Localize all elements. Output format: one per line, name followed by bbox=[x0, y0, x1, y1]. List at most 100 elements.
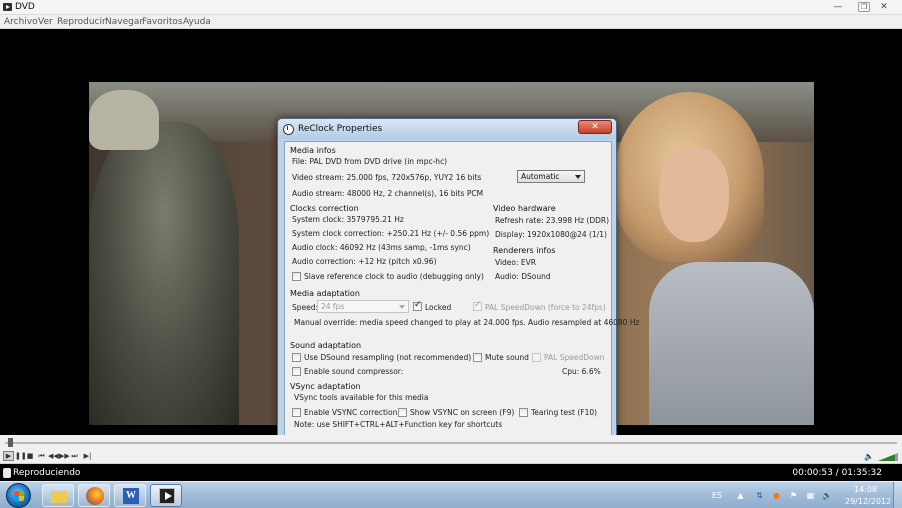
seek-bar[interactable] bbox=[0, 435, 902, 449]
start-button[interactable] bbox=[6, 483, 31, 508]
play-icon[interactable]: ▶ bbox=[3, 451, 14, 461]
video-hardware-heading: Video hardware bbox=[493, 204, 556, 213]
language-indicator[interactable]: ES bbox=[712, 491, 722, 500]
mute-sound-checkbox[interactable] bbox=[473, 353, 482, 362]
vsync-adaptation-heading: VSync adaptation bbox=[290, 382, 361, 391]
audio-clock-text: Audio clock: 46092 Hz (43ms samp, -1ms s… bbox=[292, 243, 471, 252]
renderer-video-text: Video: EVR bbox=[495, 258, 537, 267]
action-center-flag-icon[interactable]: ⚑ bbox=[789, 491, 798, 500]
playback-status: Reproduciendo bbox=[13, 468, 81, 478]
dialog-body: Media infos File: PAL DVD from DVD drive… bbox=[284, 141, 639, 437]
minimize-button[interactable]: — bbox=[830, 1, 846, 13]
locked-label: Locked bbox=[425, 303, 452, 312]
vsync-available-text: VSync tools available for this media bbox=[294, 393, 429, 402]
rewind-icon[interactable]: ◀◀ bbox=[48, 452, 59, 461]
speed-label: Speed: bbox=[292, 303, 319, 312]
media-file-text: File: PAL DVD from DVD drive (in mpc-hc) bbox=[292, 157, 448, 166]
display-text: Display: 1920x1080@24 (1/1) bbox=[495, 230, 607, 239]
pal-speeddown-sound-label: PAL SpeedDown bbox=[544, 353, 605, 362]
stop-icon[interactable]: ■ bbox=[26, 452, 34, 461]
word-icon: W bbox=[123, 488, 139, 504]
menu-archivo[interactable]: Archivo bbox=[4, 17, 38, 27]
network-icon[interactable]: ▦ bbox=[806, 491, 815, 500]
system-clock-text: System clock: 3579795.21 Hz bbox=[292, 215, 404, 224]
chevron-down-icon bbox=[399, 305, 405, 309]
video-person-left bbox=[89, 122, 239, 425]
video-hat bbox=[89, 90, 159, 150]
seek-thumb[interactable] bbox=[7, 438, 13, 447]
dsound-resampling-label: Use DSound resampling (not recommended) bbox=[304, 353, 472, 362]
enable-vsync-checkbox[interactable] bbox=[292, 408, 301, 417]
renderer-audio-text: Audio: DSound bbox=[495, 272, 551, 281]
sound-adaptation-heading: Sound adaptation bbox=[290, 341, 362, 350]
dialog-title: ReClock Properties bbox=[298, 124, 383, 134]
status-bar: Reproduciendo 00:00:53 / 01:35:32 bbox=[0, 465, 902, 481]
taskbar-explorer[interactable] bbox=[42, 484, 74, 507]
clock-icon bbox=[283, 124, 294, 135]
chevron-down-icon bbox=[575, 175, 581, 179]
mode-select[interactable]: Automatic bbox=[517, 170, 585, 183]
clocks-correction-heading: Clocks correction bbox=[290, 204, 359, 213]
menu-ayuda[interactable]: Ayuda bbox=[183, 17, 211, 27]
slave-clock-checkbox[interactable] bbox=[292, 272, 301, 281]
seek-track[interactable] bbox=[5, 442, 897, 444]
menu-favoritos[interactable]: Favoritos bbox=[142, 17, 183, 27]
network-sync-icon[interactable]: ⇅ bbox=[755, 491, 764, 500]
pause-icon[interactable]: ❚❚ bbox=[15, 452, 27, 461]
window-title: DVD bbox=[15, 2, 35, 12]
audio-stream-text: Audio stream: 48000 Hz, 2 channel(s), 16… bbox=[292, 189, 484, 198]
menu-ver[interactable]: Ver bbox=[38, 17, 53, 27]
media-adaptation-heading: Media adaptation bbox=[290, 289, 360, 298]
pal-speeddown-force-checkbox[interactable] bbox=[473, 300, 482, 311]
speed-select[interactable]: 24 fps bbox=[317, 300, 409, 313]
folder-icon bbox=[51, 491, 67, 503]
shortcut-note-text: Note: use SHIFT+CTRL+ALT+Function key fo… bbox=[294, 420, 503, 429]
pal-speeddown-sound-checkbox[interactable] bbox=[532, 353, 541, 362]
taskbar-mpc-hc[interactable] bbox=[150, 484, 182, 507]
skip-back-icon[interactable]: ⏮ bbox=[37, 452, 46, 461]
firefox-icon bbox=[86, 487, 104, 505]
sound-compressor-checkbox[interactable] bbox=[292, 367, 301, 376]
sound-compressor-label: Enable sound compressor: bbox=[304, 367, 404, 376]
app-tray-icon[interactable]: ● bbox=[772, 491, 781, 500]
menu-reproducir[interactable]: Reproducir bbox=[57, 17, 106, 27]
dialog-titlebar: ReClock Properties ✕ bbox=[278, 119, 616, 139]
show-hidden-icons-icon[interactable]: ▲ bbox=[736, 491, 745, 500]
system-clock-correction-text: System clock correction: +250.21 Hz (+/-… bbox=[292, 229, 490, 238]
taskbar-firefox[interactable] bbox=[78, 484, 110, 507]
frame-step-icon[interactable]: ▶| bbox=[83, 452, 92, 461]
video-shirt bbox=[649, 262, 814, 425]
tearing-test-label: Tearing test (F10) bbox=[531, 408, 598, 417]
mute-sound-label: Mute sound bbox=[485, 353, 529, 362]
volume-slider[interactable] bbox=[878, 453, 898, 461]
speed-select-value: 24 fps bbox=[321, 302, 345, 311]
cpu-usage-text: Cpu: 6.6% bbox=[562, 367, 601, 376]
playback-time: 00:00:53 / 01:35:32 bbox=[792, 468, 882, 478]
show-vsync-label: Show VSYNC on screen (F9) bbox=[410, 408, 515, 417]
taskbar-word[interactable]: W bbox=[114, 484, 146, 507]
mpc-app-icon bbox=[3, 3, 12, 11]
refresh-rate-text: Refresh rate: 23.998 Hz (DDR) bbox=[495, 216, 610, 225]
show-desktop-button[interactable] bbox=[893, 482, 902, 508]
window-titlebar: DVD — ❐ ✕ bbox=[0, 0, 902, 15]
show-vsync-checkbox[interactable] bbox=[398, 408, 407, 417]
volume-tray-icon[interactable]: 🔈 bbox=[822, 491, 832, 500]
tearing-test-checkbox[interactable] bbox=[519, 408, 528, 417]
speaker-icon[interactable]: 🔈 bbox=[864, 452, 874, 461]
enable-vsync-label: Enable VSYNC correction bbox=[304, 408, 398, 417]
locked-checkbox[interactable] bbox=[413, 300, 422, 311]
fast-forward-icon[interactable]: ▶▶ bbox=[59, 452, 70, 461]
close-window-button[interactable]: ✕ bbox=[876, 1, 892, 13]
menu-bar: Archivo Ver Reproducir Navegar Favoritos… bbox=[0, 15, 902, 29]
menu-navegar[interactable]: Navegar bbox=[105, 17, 143, 27]
video-face bbox=[659, 147, 729, 242]
dialog-close-button[interactable]: ✕ bbox=[578, 120, 612, 134]
video-person-right bbox=[614, 92, 814, 425]
restore-button[interactable]: ❐ bbox=[858, 2, 870, 12]
dsound-resampling-checkbox[interactable] bbox=[292, 353, 301, 362]
audio-correction-text: Audio correction: +12 Hz (pitch x0.96) bbox=[292, 257, 437, 266]
clock-date[interactable]: 29/12/2012 bbox=[845, 497, 891, 506]
skip-forward-icon[interactable]: ⏭ bbox=[70, 452, 79, 461]
clock-time[interactable]: 14:08 bbox=[854, 485, 877, 494]
pal-speeddown-force-label: PAL SpeedDown (force to 24fps) bbox=[485, 303, 606, 312]
